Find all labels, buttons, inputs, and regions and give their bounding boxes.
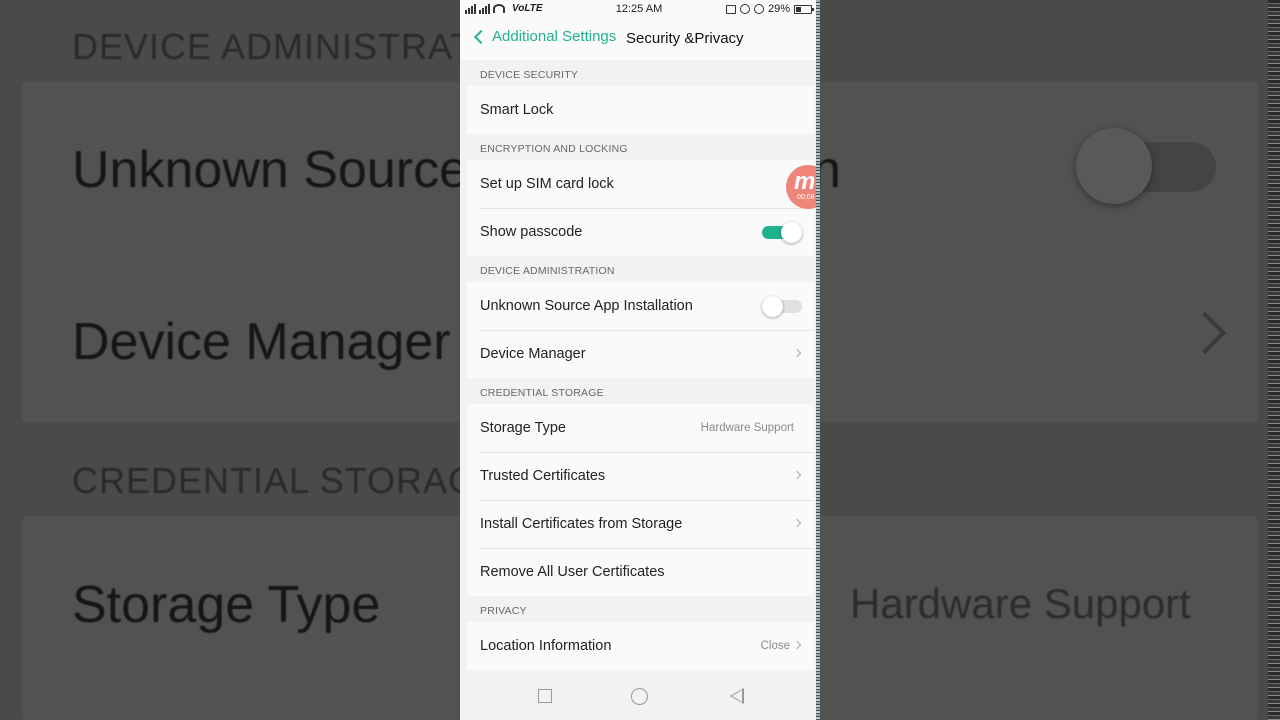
chevron-right-icon	[792, 470, 802, 480]
cast-icon	[725, 4, 736, 14]
recorder-timer: 00:08	[797, 194, 815, 201]
status-bar: VoLTE 12:25 AM 29%	[460, 0, 818, 20]
card-credential-storage: Storage Type Hardware Support Trusted Ce…	[467, 404, 814, 596]
section-heading-privacy: PRIVACY	[480, 605, 527, 617]
row-device-manager[interactable]: Device Manager	[467, 330, 814, 378]
row-label: Install Certificates from Storage	[480, 516, 683, 532]
unknown-source-toggle[interactable]	[762, 296, 802, 317]
card-device-admin: Unknown Source App Installation Device M…	[467, 282, 814, 378]
bg-row-storage-type: Storage Type	[72, 576, 381, 634]
bg-row-device-manager: Device Manager	[72, 313, 451, 371]
row-unknown-source[interactable]: Unknown Source App Installation	[467, 282, 814, 330]
bg-heading-device-admin: DEVICE ADMINISTRAT	[72, 26, 474, 67]
row-label: Unknown Source App Installation	[480, 298, 693, 314]
chevron-right-icon	[792, 348, 802, 358]
bg-storage-value: Hardware Support	[850, 580, 1191, 627]
bg-heading-credential: CREDENTIAL STORAG	[72, 460, 478, 501]
row-show-passcode[interactable]: Show passcode	[467, 208, 814, 256]
home-button[interactable]	[631, 688, 648, 705]
row-remove-certificates[interactable]: Remove All User Certificates	[467, 548, 814, 596]
recents-button[interactable]	[538, 689, 552, 703]
row-label: Device Manager	[480, 346, 586, 362]
battery-percent: 29%	[767, 3, 790, 15]
system-navigation-bar	[460, 672, 818, 720]
section-heading-credential-storage: CREDENTIAL STORAGE	[480, 387, 604, 399]
row-label: Remove All User Certificates	[480, 564, 665, 580]
location-value: Close	[760, 640, 790, 652]
chevron-right-icon	[792, 518, 802, 528]
row-storage-type[interactable]: Storage Type Hardware Support	[467, 404, 814, 452]
row-label: Show passcode	[480, 224, 583, 240]
row-install-certificates[interactable]: Install Certificates from Storage	[467, 500, 814, 548]
row-location-information[interactable]: Location Information Close	[467, 622, 814, 670]
row-label: Smart Lock	[480, 102, 554, 118]
section-heading-encryption: ENCRYPTION AND LOCKING	[480, 143, 628, 155]
row-trusted-certificates[interactable]: Trusted Certificates	[467, 452, 814, 500]
top-navigation-bar: Additional Settings Security &Privacy	[460, 20, 818, 60]
phone-edge-glitch	[816, 0, 820, 720]
back-label: Additional Settings	[492, 28, 617, 45]
card-device-security: Smart Lock	[467, 86, 814, 134]
toggle-knob	[762, 296, 783, 317]
back-nav-button[interactable]	[730, 688, 744, 704]
row-label: Set up SIM card lock	[480, 176, 614, 192]
section-heading-device-security: DEVICE SECURITY	[480, 69, 579, 81]
rotation-lock-icon	[739, 4, 750, 14]
status-right: 29%	[725, 3, 814, 15]
row-label: Trusted Certificates	[480, 468, 606, 484]
recorder-logo: m	[794, 168, 816, 195]
phone-screen: VoLTE 12:25 AM 29% Additional Settings S…	[460, 0, 818, 720]
row-label: Location Information	[480, 638, 612, 654]
screen-glitch-strip	[1268, 0, 1280, 720]
card-privacy: Location Information Close	[467, 622, 814, 670]
storage-type-value: Hardware Support	[700, 422, 794, 434]
toggle-knob	[781, 222, 802, 243]
row-label: Storage Type	[480, 420, 566, 436]
bg-toggle-knob	[1076, 128, 1152, 204]
chevron-right-icon	[792, 640, 802, 650]
section-heading-device-admin: DEVICE ADMINISTRATION	[480, 265, 615, 277]
card-encryption: Set up SIM card lock Show passcode	[467, 160, 814, 256]
row-sim-card-lock[interactable]: Set up SIM card lock	[467, 160, 814, 208]
alarm-icon	[753, 4, 764, 14]
bg-row-unknown-source: Unknown Source	[72, 141, 468, 199]
show-passcode-toggle[interactable]	[762, 222, 802, 243]
settings-list[interactable]: DEVICE SECURITY Smart Lock ENCRYPTION AN…	[460, 60, 818, 672]
chevron-left-icon	[473, 29, 489, 44]
row-smart-lock[interactable]: Smart Lock	[467, 86, 814, 134]
page-title: Security &Privacy	[626, 30, 744, 47]
battery-icon	[794, 4, 814, 14]
back-button[interactable]: Additional Settings	[472, 28, 616, 45]
